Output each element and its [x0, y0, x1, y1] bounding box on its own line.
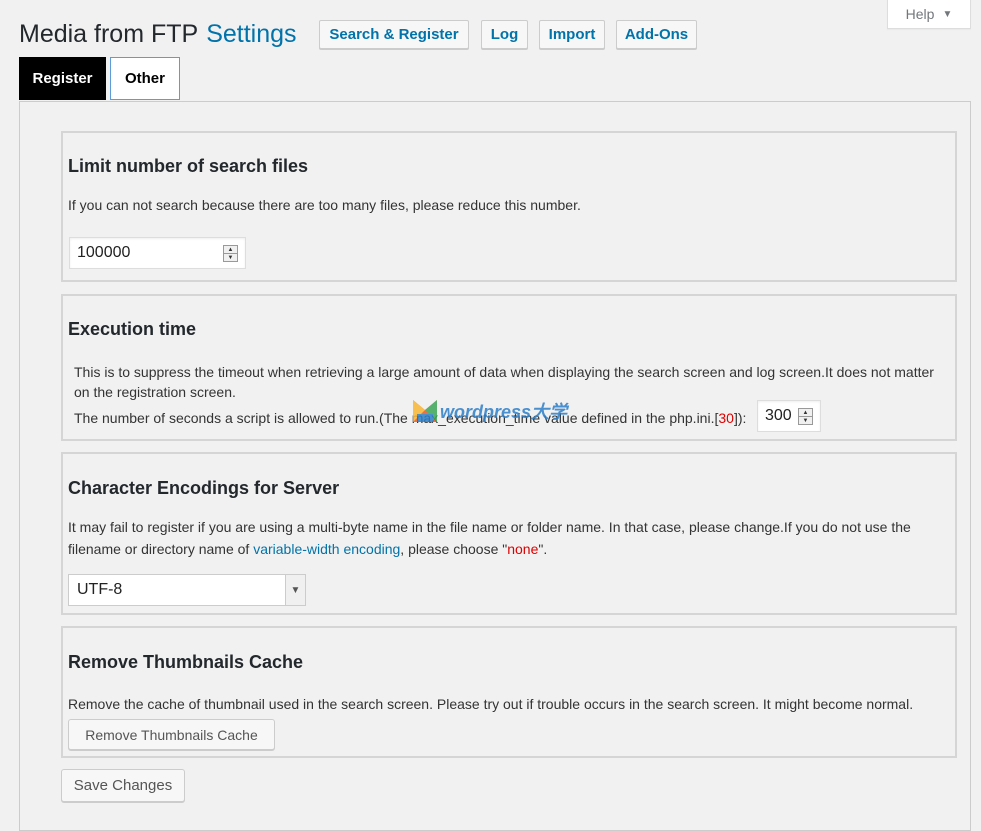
variable-width-encoding-link[interactable]: variable-width encoding [253, 541, 400, 557]
spinner-icon[interactable]: ▲ ▼ [798, 408, 813, 425]
page-title-main: Media from FTP [19, 19, 199, 48]
execution-time-section: Execution time This is to suppress the t… [61, 294, 957, 441]
remove-thumbnails-cache-button[interactable]: Remove Thumbnails Cache [68, 719, 275, 750]
execution-line-suffix: ]): [733, 410, 747, 426]
save-changes-button[interactable]: Save Changes [61, 769, 185, 802]
thumbnails-section-description: Remove the cache of thumbnail used in th… [68, 696, 914, 712]
limit-value: 100000 [77, 244, 131, 261]
caret-down-icon: ▼ [942, 8, 953, 20]
page-title: Media from FTP Settings [19, 17, 297, 51]
php-ini-value: 30 [718, 410, 734, 426]
chevron-down-icon: ▼ [285, 575, 305, 605]
execution-limit-text: The number of seconds a script is allowe… [74, 408, 746, 428]
tab-register[interactable]: Register [19, 57, 106, 100]
execution-value: 300 [765, 407, 792, 424]
encoding-section-title: Character Encodings for Server [68, 478, 340, 498]
log-button[interactable]: Log [481, 20, 528, 49]
limit-section-description: If you can not search because there are … [68, 197, 581, 213]
encoding-none-text: none [507, 541, 539, 557]
spinner-icon[interactable]: ▲ ▼ [223, 245, 238, 262]
help-button[interactable]: Help ▼ [887, 0, 971, 29]
search-register-button[interactable]: Search & Register [319, 20, 469, 49]
tab-other[interactable]: Other [110, 57, 180, 100]
execution-section-description: This is to suppress the timeout when ret… [74, 364, 934, 400]
add-ons-button[interactable]: Add-Ons [616, 20, 697, 49]
remove-thumbnails-section: Remove Thumbnails Cache Remove the cache… [61, 626, 957, 758]
encoding-section-description: It may fail to register if you are using… [68, 516, 953, 560]
encoding-desc-part3: ". [538, 541, 548, 557]
limit-number-input[interactable]: 100000 ▲ ▼ [69, 237, 246, 269]
limit-section-title: Limit number of search files [68, 156, 309, 176]
page-title-accent: Settings [206, 19, 297, 48]
character-encoding-section: Character Encodings for Server It may fa… [61, 452, 957, 615]
encoding-desc-part2: , please choose " [400, 541, 508, 557]
execution-line-prefix: The number of seconds a script is allowe… [74, 410, 719, 426]
encoding-selected-value: UTF-8 [77, 581, 123, 598]
import-button[interactable]: Import [539, 20, 605, 49]
help-label: Help [905, 6, 935, 22]
execution-time-input[interactable]: 300 ▲ ▼ [757, 400, 821, 432]
encoding-select[interactable]: UTF-8 ▼ [68, 574, 306, 606]
execution-section-title: Execution time [68, 319, 197, 339]
limit-search-files-section: Limit number of search files If you can … [61, 131, 957, 282]
thumbnails-section-title: Remove Thumbnails Cache [68, 652, 304, 672]
